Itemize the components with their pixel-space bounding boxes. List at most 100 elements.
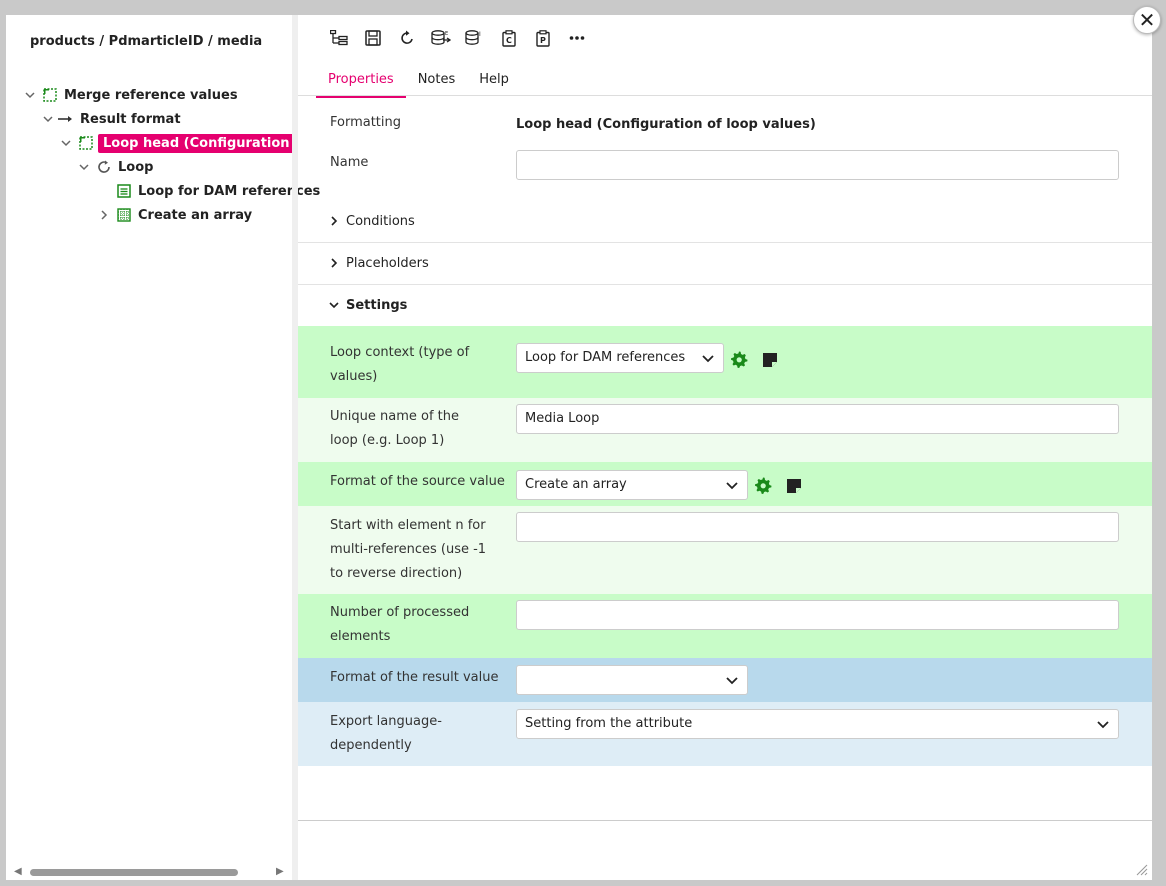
export-language-select[interactable]: Setting from the attribute: [516, 709, 1119, 739]
select-value: Setting from the attribute: [525, 716, 693, 731]
start-element-input[interactable]: [516, 512, 1119, 542]
tab-properties[interactable]: Properties: [316, 69, 406, 98]
chevron-right-icon: [328, 215, 342, 227]
tab-notes[interactable]: Notes: [406, 69, 468, 98]
export-language-label: Export language-dependently: [330, 714, 442, 753]
tree-item-label: Loop head (Configuration of loop: [98, 133, 296, 153]
grid-icon: [116, 207, 132, 223]
tree-item-loop-dam-references[interactable]: Loop for DAM references: [116, 179, 320, 203]
select-value: Create an array: [525, 477, 627, 492]
result-format-select[interactable]: [516, 665, 748, 695]
unique-name-label: Unique name of the loop (e.g. Loop 1): [330, 409, 459, 448]
horizontal-scrollbar[interactable]: ◀ ▶: [14, 866, 286, 878]
more-button[interactable]: [566, 27, 588, 49]
merge-icon: [42, 87, 58, 103]
chevron-down-icon[interactable]: [22, 87, 38, 103]
chevron-down-icon[interactable]: [40, 111, 56, 127]
unique-name-input[interactable]: Media Loop: [516, 404, 1119, 434]
toolbar: E I C P: [328, 27, 588, 49]
row-loop-context: Loop context (type of values) Loop for D…: [298, 326, 1152, 398]
tree-item-label: Create an array: [138, 207, 253, 223]
close-button[interactable]: ✕: [1133, 6, 1161, 34]
chevron-down-icon: [1097, 721, 1109, 729]
database-import-icon: I: [465, 30, 481, 45]
section-placeholders[interactable]: Placeholders: [298, 242, 1152, 284]
dialog: products / PdmarticleID / media Merge re…: [6, 15, 1152, 880]
section-settings[interactable]: Settings: [298, 284, 1152, 326]
source-format-select[interactable]: Create an array: [516, 470, 748, 500]
num-processed-label: Number of processed elements: [330, 605, 470, 644]
properties-panel: E I C P Properties Notes Help Formatting…: [298, 15, 1152, 880]
database-export-icon: E: [431, 30, 451, 45]
name-input[interactable]: [516, 150, 1119, 180]
chevron-down-icon[interactable]: [58, 135, 74, 151]
tabs-divider: [298, 95, 1152, 96]
save-icon: [365, 30, 381, 46]
chevron-down-icon: [702, 355, 714, 363]
tree-item-label: Loop: [118, 159, 154, 175]
tree-structure-button[interactable]: [328, 27, 350, 49]
tree-structure-icon: [330, 30, 348, 46]
save-button[interactable]: [362, 27, 384, 49]
tab-help[interactable]: Help: [467, 69, 521, 98]
clipboard-p-button[interactable]: P: [532, 27, 554, 49]
scroll-left-icon[interactable]: ◀: [14, 866, 22, 877]
gear-icon[interactable]: [730, 350, 748, 368]
chevron-down-icon: [328, 299, 342, 311]
loop-context-label: Loop context (type of values): [330, 345, 470, 384]
row-result-format: Format of the result value: [298, 658, 1152, 702]
formatting-value: Loop head (Configuration of loop values): [516, 117, 816, 132]
tree-item-loop-head[interactable]: Loop head (Configuration of loop: [58, 131, 296, 155]
num-processed-input[interactable]: [516, 600, 1119, 630]
footer-divider: [298, 820, 1152, 821]
tree-item-result-format[interactable]: Result format: [40, 107, 181, 131]
tree-item-label: Result format: [80, 111, 181, 127]
loop-context-select[interactable]: Loop for DAM references: [516, 343, 724, 373]
chevron-down-icon: [726, 482, 738, 490]
tree-item-loop[interactable]: Loop: [76, 155, 153, 179]
arrow-right-icon: [58, 111, 74, 127]
section-conditions[interactable]: Conditions: [298, 200, 1152, 242]
start-element-label: Start with element n for multi-reference…: [330, 518, 487, 581]
clipboard-c-icon: C: [502, 29, 516, 47]
list-icon: [116, 183, 132, 199]
tabs: Properties Notes Help: [316, 69, 521, 98]
section-label: Conditions: [346, 213, 415, 229]
row-num-processed: Number of processed elements: [298, 594, 1152, 658]
name-label: Name: [330, 155, 369, 170]
chevron-down-icon: [726, 677, 738, 685]
chevron-down-icon[interactable]: [76, 159, 92, 175]
clipboard-c-button[interactable]: C: [498, 27, 520, 49]
svg-text:E: E: [445, 31, 448, 37]
scrollbar-thumb[interactable]: [30, 869, 238, 876]
row-unique-name: Unique name of the loop (e.g. Loop 1) Me…: [298, 398, 1152, 462]
gear-icon[interactable]: [754, 476, 772, 494]
resize-handle-icon[interactable]: [1134, 862, 1148, 876]
row-export-language: Export language-dependently Setting from…: [298, 702, 1152, 766]
tree-panel: products / PdmarticleID / media Merge re…: [6, 15, 320, 880]
tree-item-create-array[interactable]: Create an array: [96, 203, 252, 227]
note-icon[interactable]: [762, 352, 778, 368]
breadcrumb: products / PdmarticleID / media: [30, 34, 263, 49]
svg-text:I: I: [479, 31, 481, 38]
chevron-right-icon[interactable]: [96, 207, 112, 223]
reload-icon: [401, 30, 413, 44]
loop-icon: [96, 159, 112, 175]
result-format-label: Format of the result value: [330, 670, 499, 685]
source-format-label: Format of the source value: [330, 474, 505, 489]
tree-item-merge-reference-values[interactable]: Merge reference values: [22, 83, 238, 107]
import-db-button[interactable]: I: [464, 27, 486, 49]
scroll-right-icon[interactable]: ▶: [276, 866, 284, 877]
svg-text:C: C: [506, 36, 512, 45]
export-db-button[interactable]: E: [430, 27, 452, 49]
loop-head-icon: [78, 135, 94, 151]
note-icon[interactable]: [786, 478, 802, 494]
more-icon: [569, 36, 585, 40]
reload-button[interactable]: [396, 27, 418, 49]
clipboard-p-icon: P: [536, 29, 550, 47]
formatting-label: Formatting: [330, 115, 402, 130]
svg-text:P: P: [540, 36, 546, 45]
row-source-format: Format of the source value Create an arr…: [298, 462, 1152, 506]
row-start-element: Start with element n for multi-reference…: [298, 506, 1152, 594]
section-label: Placeholders: [346, 255, 429, 271]
